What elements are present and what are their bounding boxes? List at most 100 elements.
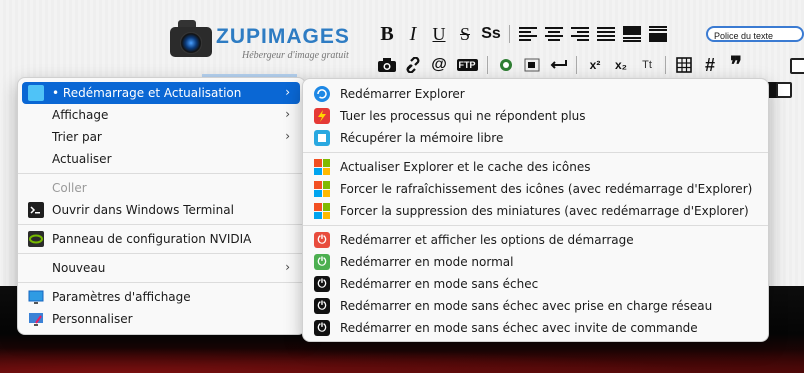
- chevron-right-icon: ›: [285, 129, 290, 143]
- submenu-item-label: Forcer la suppression des miniatures (av…: [340, 204, 749, 218]
- menu-item-display-settings[interactable]: Paramètres d'affichage: [22, 286, 300, 308]
- menu-separator: [18, 253, 305, 254]
- zupimages-logo[interactable]: ZUPIMAGES Hébergeur d'image gratuit: [168, 17, 358, 67]
- restart-refresh-submenu: Redémarrer Explorer Tuer les processus q…: [302, 78, 769, 342]
- submenu-item-restart-normal[interactable]: ⏻ Redémarrer en mode normal: [307, 251, 762, 273]
- font-size-button[interactable]: Ss: [478, 23, 504, 45]
- toolbar-divider: [509, 25, 510, 43]
- submenu-item-label: Redémarrer Explorer: [340, 87, 465, 101]
- lightning-icon: [314, 108, 330, 124]
- folder-icon: [28, 85, 44, 101]
- submenu-item-restart-boot-options[interactable]: ⏻ Redémarrer et afficher les options de …: [307, 229, 762, 251]
- submenu-item-restart-safe-mode[interactable]: ⏻ Redémarrer en mode sans échec: [307, 273, 762, 295]
- submenu-item-restart-explorer[interactable]: Redémarrer Explorer: [307, 83, 762, 105]
- link-icon[interactable]: [400, 54, 426, 76]
- translate-icon[interactable]: [519, 54, 545, 76]
- menu-item-refresh[interactable]: Actualiser: [22, 148, 300, 170]
- font-select[interactable]: Police du texte: [706, 26, 804, 42]
- menu-item-restart-refresh[interactable]: • Redémarrage et Actualisation ›: [22, 82, 300, 104]
- red-glow: [0, 343, 804, 373]
- block-top-icon[interactable]: [619, 23, 645, 45]
- desktop-context-menu: • Redémarrage et Actualisation › Afficha…: [17, 77, 306, 335]
- align-center-icon[interactable]: [541, 23, 567, 45]
- italic-button[interactable]: I: [400, 23, 426, 45]
- toolbar-divider: [487, 56, 488, 74]
- submenu-item-label: Forcer le rafraîchissement des icônes (a…: [340, 182, 753, 196]
- submenu-item-label: Redémarrer et afficher les options de dé…: [340, 233, 634, 247]
- camera-icon: [168, 17, 214, 61]
- menu-separator: [18, 173, 305, 174]
- text-case-button[interactable]: Tt: [634, 54, 660, 76]
- quote-button[interactable]: ❞: [723, 52, 749, 77]
- terminal-icon: [28, 202, 44, 218]
- submenu-item-restart-safe-mode-cmd[interactable]: ⏻ Redémarrer en mode sans échec avec inv…: [307, 317, 762, 339]
- menu-item-label: Coller: [52, 181, 87, 195]
- memory-icon: [314, 130, 330, 146]
- return-icon[interactable]: [545, 54, 571, 76]
- submenu-item-label: Redémarrer en mode sans échec avec invit…: [340, 321, 698, 335]
- menu-separator: [303, 225, 768, 226]
- ftp-button[interactable]: FTP: [452, 54, 482, 76]
- windows-logo-icon: [314, 181, 330, 197]
- submenu-item-delete-thumbnails[interactable]: Forcer la suppression des miniatures (av…: [307, 200, 762, 222]
- personalize-icon: [28, 311, 44, 327]
- justify-icon[interactable]: [593, 23, 619, 45]
- menu-item-new[interactable]: Nouveau ›: [22, 257, 300, 279]
- menu-item-label: Paramètres d'affichage: [52, 290, 191, 304]
- power-icon: ⏻: [314, 320, 330, 336]
- chevron-right-icon: ›: [285, 260, 290, 274]
- align-left-icon[interactable]: [515, 23, 541, 45]
- submenu-item-label: Récupérer la mémoire libre: [340, 131, 504, 145]
- menu-item-paste: Coller: [22, 177, 300, 199]
- bold-button[interactable]: B: [374, 23, 400, 45]
- submenu-item-refresh-icon-cache[interactable]: Actualiser Explorer et le cache des icôn…: [307, 156, 762, 178]
- menu-item-label: Nouveau: [52, 261, 106, 275]
- display-settings-icon: [28, 289, 44, 305]
- menu-item-sort-by[interactable]: Trier par ›: [22, 126, 300, 148]
- strikethrough-button[interactable]: S: [452, 23, 478, 45]
- toolbar-divider: [576, 56, 577, 74]
- align-right-icon[interactable]: [567, 23, 593, 45]
- power-icon: ⏻: [314, 298, 330, 314]
- block-bottom-icon[interactable]: [645, 23, 671, 45]
- menu-item-label: • Redémarrage et Actualisation: [52, 86, 242, 100]
- logo-subtitle: Hébergeur d'image gratuit: [242, 50, 349, 61]
- image-icon[interactable]: [776, 82, 792, 98]
- menu-item-label: Panneau de configuration NVIDIA: [52, 232, 252, 246]
- camera-insert-icon[interactable]: [374, 54, 400, 76]
- chevron-right-icon: ›: [285, 85, 290, 99]
- submenu-item-label: Redémarrer en mode sans échec avec prise…: [340, 299, 713, 313]
- menu-item-personalize[interactable]: Personnaliser: [22, 308, 300, 330]
- menu-item-label: Ouvrir dans Windows Terminal: [52, 203, 234, 217]
- table-icon[interactable]: [671, 54, 697, 76]
- ftp-label: FTP: [456, 59, 478, 71]
- superscript-button[interactable]: x²: [582, 54, 608, 76]
- menu-item-label: Trier par: [52, 130, 102, 144]
- submenu-item-force-icon-refresh[interactable]: Forcer le rafraîchissement des icônes (a…: [307, 178, 762, 200]
- menu-item-label: Affichage: [52, 108, 109, 122]
- submenu-item-restart-safe-mode-network[interactable]: ⏻ Redémarrer en mode sans échec avec pri…: [307, 295, 762, 317]
- windows-logo-icon: [314, 159, 330, 175]
- nvidia-icon: [28, 231, 44, 247]
- hashtag-button[interactable]: #: [697, 54, 723, 76]
- menu-item-nvidia-panel[interactable]: Panneau de configuration NVIDIA: [22, 228, 300, 250]
- email-button[interactable]: @: [426, 54, 452, 76]
- submenu-item-label: Actualiser Explorer et le cache des icôn…: [340, 160, 591, 174]
- subscript-button[interactable]: x₂: [608, 54, 634, 76]
- chevron-right-icon: ›: [285, 107, 290, 121]
- refresh-explorer-icon: [314, 86, 330, 102]
- logo-title: ZUPIMAGES: [216, 25, 350, 48]
- windows-logo-icon: [314, 203, 330, 219]
- menu-item-windows-terminal[interactable]: Ouvrir dans Windows Terminal: [22, 199, 300, 221]
- expand-icon[interactable]: [790, 58, 804, 74]
- google-icon[interactable]: [493, 54, 519, 76]
- menu-item-label: Actualiser: [52, 152, 112, 166]
- submenu-item-kill-processes[interactable]: Tuer les processus qui ne répondent plus: [307, 105, 762, 127]
- menu-item-view[interactable]: Affichage ›: [22, 104, 300, 126]
- menu-separator: [303, 152, 768, 153]
- submenu-item-free-memory[interactable]: Récupérer la mémoire libre: [307, 127, 762, 149]
- toolbar-divider: [665, 56, 666, 74]
- underline-button[interactable]: U: [426, 23, 452, 45]
- power-icon: ⏻: [314, 232, 330, 248]
- menu-separator: [18, 282, 305, 283]
